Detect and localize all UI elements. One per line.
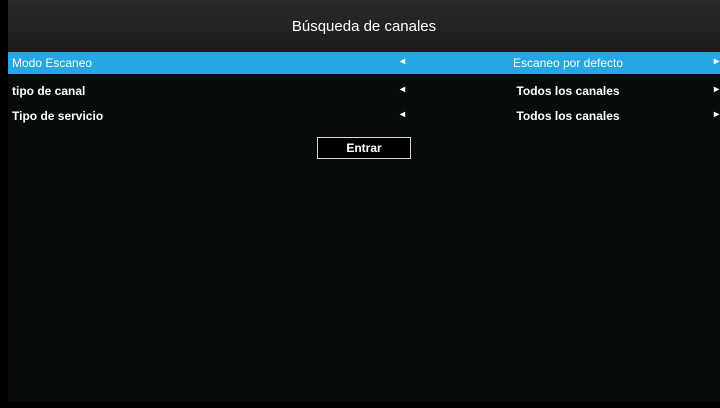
arrow-left-icon[interactable]: ◂ — [400, 84, 405, 95]
settings-panel: Modo Escaneo ◂ Escaneo por defecto ▸ tip… — [8, 52, 720, 402]
setting-label: tipo de canal — [12, 84, 86, 98]
page-title: Búsqueda de canales — [291, 17, 437, 35]
arrow-left-icon[interactable]: ◂ — [400, 109, 405, 120]
setting-value: Todos los canales — [516, 84, 620, 98]
arrow-right-icon[interactable]: ▸ — [714, 84, 719, 95]
setting-value: Todos los canales — [516, 109, 620, 123]
arrow-left-icon[interactable]: ◂ — [400, 56, 405, 67]
enter-button[interactable]: Entrar — [317, 137, 411, 159]
background-ghost-line — [238, 222, 388, 234]
arrow-right-icon[interactable]: ▸ — [714, 56, 719, 67]
setting-row-channel-type[interactable]: tipo de canal ◂ Todos los canales ▸ — [8, 80, 720, 102]
setting-label: Modo Escaneo — [12, 56, 93, 70]
title-bar: Búsqueda de canales — [8, 0, 720, 53]
setting-row-service-type[interactable]: Tipo de servicio ◂ Todos los canales ▸ — [8, 105, 720, 127]
setting-row-scan-mode[interactable]: Modo Escaneo ◂ Escaneo por defecto ▸ — [8, 52, 720, 74]
setting-label: Tipo de servicio — [12, 109, 104, 123]
background-ghost-line — [238, 182, 388, 194]
channel-search-screen: Búsqueda de canales Modo Escaneo ◂ Escan… — [0, 0, 720, 408]
setting-value: Escaneo por defecto — [512, 56, 624, 70]
arrow-right-icon[interactable]: ▸ — [714, 109, 719, 120]
